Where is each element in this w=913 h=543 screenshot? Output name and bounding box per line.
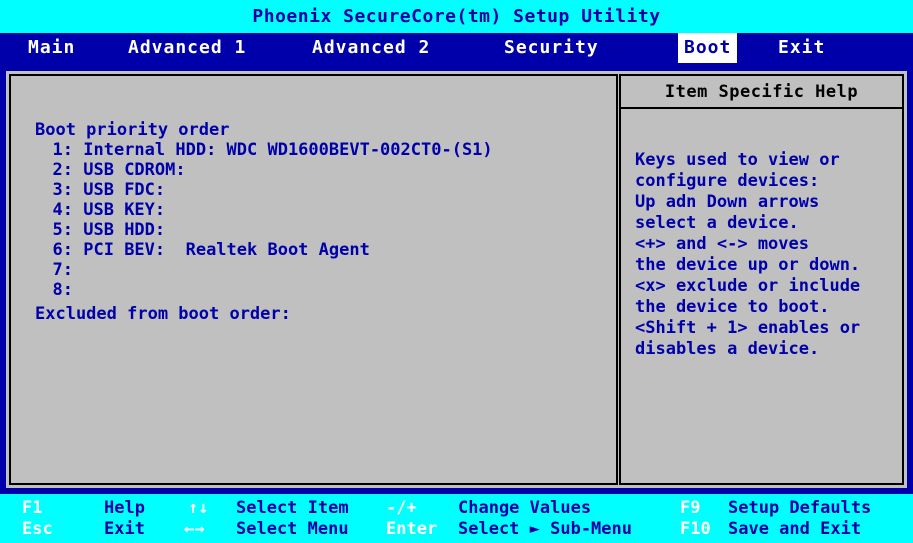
help-line: Up adn Down arrows [635,192,820,212]
menu-advanced-1[interactable]: Advanced 1 [122,33,252,63]
boot-item-4[interactable]: 4: USB KEY: [11,200,166,220]
excluded-from-boot-order[interactable]: Excluded from boot order: [35,304,291,324]
select-item-action: Select Item [236,498,349,518]
boot-item-label: USB HDD: [83,220,166,240]
menu-advanced-2[interactable]: Advanced 2 [306,33,436,63]
esc-key[interactable]: Esc [22,519,53,540]
help-line: <+> and <-> moves [635,234,809,254]
boot-item-label: PCI BEV: Realtek Boot Agent [83,240,370,260]
boot-item-8[interactable]: 8: [11,280,83,300]
boot-item-label: Internal HDD: WDC WD1600BEVT-002CT0-(S1) [83,140,493,160]
minus-plus-key[interactable]: -/+ [386,498,417,519]
boot-item-label: USB CDROM: [83,160,186,180]
menu-exit[interactable]: Exit [772,33,831,63]
help-line: Keys used to view or [635,150,840,170]
boot-priority-heading: Boot priority order [35,120,230,140]
boot-item-1[interactable]: 1: Internal HDD: WDC WD1600BEVT-002CT0-(… [11,140,493,160]
boot-item-7[interactable]: 7: [11,260,83,280]
help-line: the device up or down. [635,255,861,275]
help-line: select a device. [635,213,799,233]
boot-item-number: 3: [52,180,73,200]
boot-item-number: 1: [52,140,73,160]
boot-order-panel: Boot priority order 1: Internal HDD: WDC… [9,74,618,485]
help-line: the device to boot. [635,297,830,317]
main-frame: Boot priority order 1: Internal HDD: WDC… [6,71,907,488]
enter-key[interactable]: Enter [386,519,437,540]
boot-item-label: USB FDC: [83,180,166,200]
change-values-action: Change Values [458,498,592,518]
help-line: <Shift + 1> enables or [635,318,861,338]
boot-item-6[interactable]: 6: PCI BEV: Realtek Boot Agent [11,240,370,260]
help-line: configure devices: [635,171,820,191]
boot-item-number: 5: [52,220,73,240]
save-and-exit-action: Save and Exit [728,519,862,539]
boot-item-number: 8: [52,280,73,300]
boot-item-5[interactable]: 5: USB HDD: [11,220,166,240]
boot-item-label: USB KEY: [83,200,166,220]
f9-key[interactable]: F9 [680,498,700,519]
help-line: disables a device. [635,339,820,359]
left-right-arrows-icon[interactable]: ←→ [184,519,204,540]
boot-item-number: 2: [52,160,73,180]
select-menu-action: Select Menu [236,519,349,539]
menu-security[interactable]: Security [498,33,605,63]
exit-action: Exit [104,519,145,539]
f1-key[interactable]: F1 [22,498,42,519]
boot-item-number: 6: [52,240,73,260]
menu-bar: Main Advanced 1 Advanced 2 Security Boot… [0,33,913,63]
help-line: <x> exclude or include [635,276,861,296]
setup-utility-title: Phoenix SecureCore(tm) Setup Utility [0,0,913,33]
f10-key[interactable]: F10 [680,519,711,540]
up-down-arrows-icon[interactable]: ↑↓ [188,498,208,519]
status-bar: F1 Help ↑↓ Select Item -/+ Change Values… [0,494,913,543]
help-action: Help [104,498,145,518]
setup-defaults-action: Setup Defaults [728,498,872,518]
select-submenu-action: Select ► Sub-Menu [458,519,632,539]
help-title: Item Specific Help [621,76,902,109]
menu-main[interactable]: Main [22,33,81,63]
boot-item-2[interactable]: 2: USB CDROM: [11,160,186,180]
menu-boot[interactable]: Boot [678,33,738,63]
boot-item-number: 7: [52,260,73,280]
boot-item-3[interactable]: 3: USB FDC: [11,180,166,200]
boot-item-number: 4: [52,200,73,220]
item-specific-help-panel: Item Specific Help Keys used to view or … [619,74,904,485]
